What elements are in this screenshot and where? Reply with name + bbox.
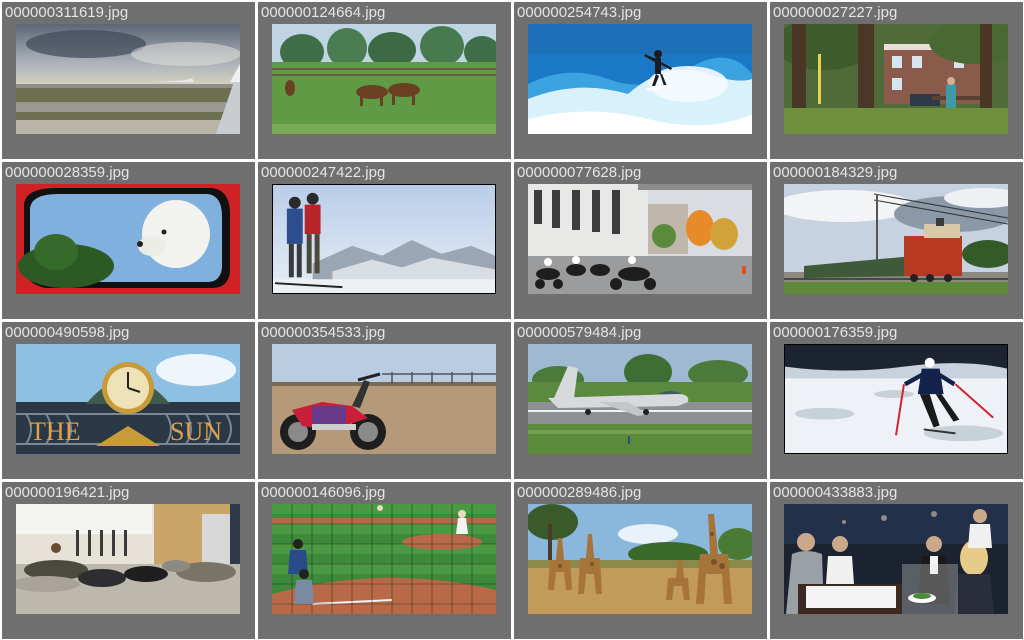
thumbnail-tile[interactable]: 000000254743.jpg (514, 2, 767, 159)
thumbnail-grid: 000000311619.jpg 000000124664.jpg 000000… (0, 0, 1024, 640)
thumbnail-filename: 000000433883.jpg (773, 484, 898, 501)
thumbnail-image[interactable] (784, 344, 1008, 454)
thumbnail-filename: 000000184329.jpg (773, 164, 898, 181)
thumbnail-filename: 000000311619.jpg (5, 4, 129, 21)
thumbnail-tile[interactable]: 000000184329.jpg (770, 162, 1023, 319)
thumbnail-tile[interactable]: 000000077628.jpg (514, 162, 767, 319)
thumbnail-tile[interactable]: 000000028359.jpg (2, 162, 255, 319)
thumbnail-tile[interactable]: 000000490598.jpg THE SUN (2, 322, 255, 479)
thumbnail-filename: 000000124664.jpg (261, 4, 386, 21)
thumbnail-image[interactable] (784, 24, 1008, 134)
thumbnail-image[interactable] (272, 24, 496, 134)
thumbnail-tile[interactable]: 000000579484.jpg (514, 322, 767, 479)
thumbnail-image[interactable] (784, 504, 1008, 614)
thumbnail-image[interactable] (16, 504, 240, 614)
thumbnail-filename: 000000176359.jpg (773, 324, 898, 341)
thumbnail-filename: 000000028359.jpg (5, 164, 130, 181)
thumbnail-filename: 000000579484.jpg (517, 324, 642, 341)
thumbnail-image[interactable] (528, 504, 752, 614)
thumbnail-filename: 000000354533.jpg (261, 324, 386, 341)
thumbnail-filename: 000000247422.jpg (261, 164, 386, 181)
thumbnail-filename: 000000146096.jpg (261, 484, 386, 501)
thumbnail-image[interactable] (272, 184, 496, 294)
thumbnail-image[interactable] (16, 24, 240, 134)
thumbnail-filename: 000000027227.jpg (773, 4, 898, 21)
thumbnail-image[interactable]: THE SUN (16, 344, 240, 454)
thumbnail-filename: 000000077628.jpg (517, 164, 642, 181)
thumbnail-image[interactable] (16, 184, 240, 294)
thumbnail-tile[interactable]: 000000146096.jpg (258, 482, 511, 639)
thumbnail-filename: 000000196421.jpg (5, 484, 130, 501)
thumbnail-tile[interactable]: 000000027227.jpg (770, 2, 1023, 159)
thumbnail-filename: 000000289486.jpg (517, 484, 642, 501)
thumbnail-filename: 000000254743.jpg (517, 4, 642, 21)
thumbnail-tile[interactable]: 000000176359.jpg (770, 322, 1023, 479)
thumbnail-tile[interactable]: 000000289486.jpg (514, 482, 767, 639)
thumbnail-image[interactable] (528, 184, 752, 294)
thumbnail-tile[interactable]: 000000354533.jpg (258, 322, 511, 479)
thumbnail-tile[interactable]: 000000433883.jpg (770, 482, 1023, 639)
thumbnail-image[interactable] (784, 184, 1008, 294)
thumbnail-filename: 000000490598.jpg (5, 324, 130, 341)
thumbnail-tile[interactable]: 000000311619.jpg (2, 2, 255, 159)
thumbnail-tile[interactable]: 000000247422.jpg (258, 162, 511, 319)
thumbnail-tile[interactable]: 000000196421.jpg (2, 482, 255, 639)
thumbnail-image[interactable] (528, 344, 752, 454)
thumbnail-image[interactable] (272, 344, 496, 454)
thumbnail-image[interactable] (528, 24, 752, 134)
sign-letters-left: THE (30, 417, 81, 446)
sign-letters-right: SUN (170, 417, 222, 446)
thumbnail-image[interactable] (272, 504, 496, 614)
thumbnail-tile[interactable]: 000000124664.jpg (258, 2, 511, 159)
